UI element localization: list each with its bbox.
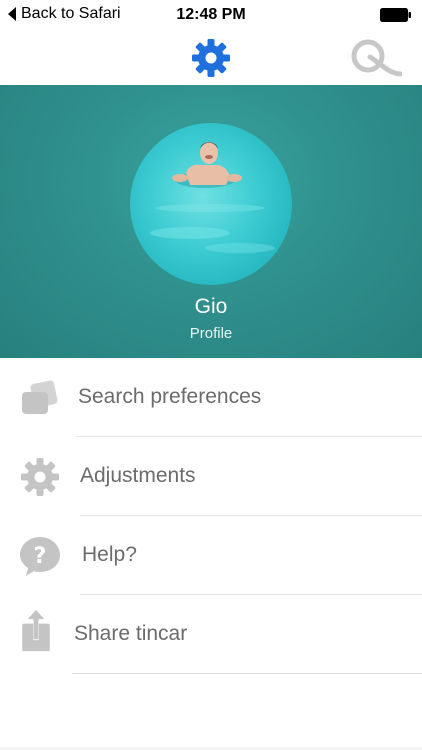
gear-icon[interactable] [191, 38, 231, 78]
status-time: 12:48 PM [176, 6, 246, 23]
svg-text:?: ? [34, 544, 47, 569]
menu-label-search-preferences: Search preferences [78, 385, 262, 408]
gear-icon [21, 458, 59, 496]
divider [72, 673, 422, 674]
status-bar: Back to Safari 12:48 PM [0, 0, 422, 30]
menu-label-help: Help? [82, 543, 137, 566]
profile-subtitle[interactable]: Profile [0, 325, 422, 342]
menu-item-search-preferences[interactable]: Search preferences [0, 358, 422, 437]
menu-item-adjustments[interactable]: Adjustments [0, 437, 422, 516]
avatar-photo [150, 142, 275, 253]
menu-item-share[interactable]: Share tincar [0, 595, 422, 674]
profile-avatar[interactable] [130, 123, 292, 285]
profile-header: Gio Profile [0, 85, 422, 358]
share-icon [22, 609, 50, 652]
menu-item-help[interactable]: ? Help? [0, 516, 422, 595]
battery-icon [380, 8, 411, 22]
tincar-logo-icon[interactable] [348, 37, 402, 77]
menu-label-adjustments: Adjustments [80, 464, 196, 487]
help-bubble-icon: ? [20, 537, 60, 576]
nav-bar [0, 30, 422, 85]
cards-icon [22, 380, 58, 414]
profile-name: Gio [194, 295, 228, 318]
menu-label-share: Share tincar [74, 622, 188, 645]
